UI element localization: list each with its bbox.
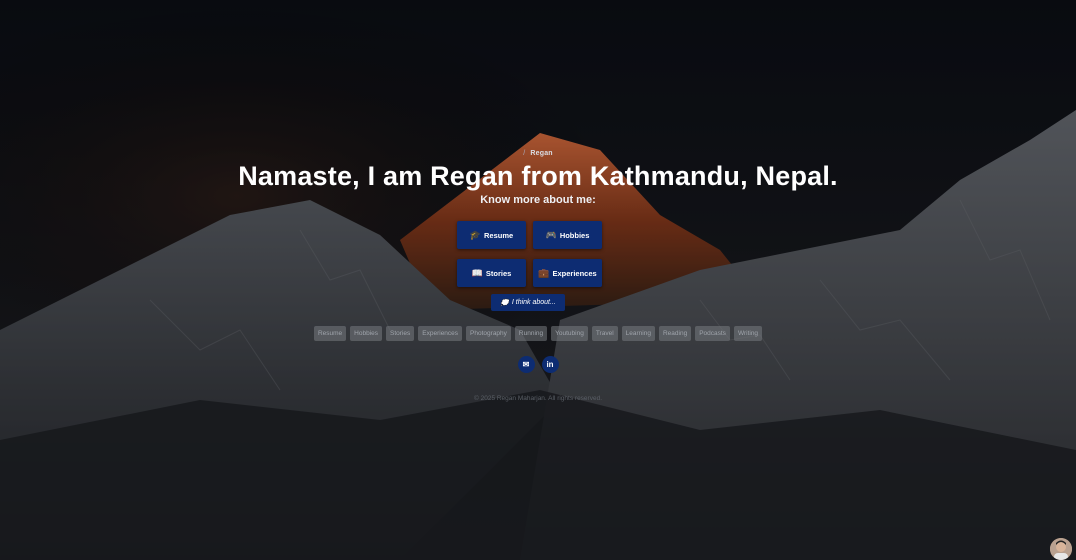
page-title: Namaste, I am Regan from Kathmandu, Nepa…	[238, 161, 838, 191]
breadcrumb-current[interactable]: Regan	[530, 150, 552, 157]
tag-podcasts[interactable]: Podcasts	[695, 326, 730, 341]
i-think-about-label: I think about...	[511, 299, 556, 306]
speech-bubble-icon: 💭	[500, 299, 509, 307]
book-icon: 📖	[471, 267, 483, 278]
copyright-text: © 2025 Regan Maharjan. All rights reserv…	[474, 395, 602, 402]
tag-resume[interactable]: Resume	[313, 326, 347, 341]
tag-reading[interactable]: Reading	[658, 326, 692, 341]
stories-button[interactable]: 📖 Stories	[457, 259, 526, 287]
hobbies-button[interactable]: 🎮 Hobbies	[533, 221, 602, 249]
tag-list: Resume Hobbies Stories Experiences Photo…	[0, 326, 1076, 341]
i-think-about-button[interactable]: 💭 I think about...	[491, 294, 565, 311]
tag-writing[interactable]: Writing	[733, 326, 763, 341]
linkedin-icon[interactable]: in	[541, 356, 559, 373]
tag-youtubing[interactable]: Youtubing	[551, 326, 588, 341]
breadcrumb-separator: /	[523, 150, 526, 157]
breadcrumb: / Regan	[0, 150, 1076, 157]
tag-hobbies[interactable]: Hobbies	[350, 326, 383, 341]
page-subtitle: Know more about me:	[480, 194, 596, 206]
email-icon[interactable]: ✉	[517, 356, 535, 373]
avatar-image	[1050, 538, 1072, 560]
tag-running[interactable]: Running	[514, 326, 548, 341]
tag-photography[interactable]: Photography	[466, 326, 511, 341]
stories-button-label: Stories	[485, 268, 512, 278]
graduation-cap-icon: 🎓	[469, 229, 482, 240]
gamepad-icon: 🎮	[545, 229, 557, 240]
tag-travel[interactable]: Travel	[591, 326, 618, 341]
avatar[interactable]	[1050, 538, 1072, 560]
hero-section: / Regan Namaste, I am Regan from Kathmand…	[0, 0, 1076, 560]
briefcase-icon: 💼	[538, 267, 550, 278]
resume-button[interactable]: 🎓 Resume	[457, 221, 526, 249]
tag-experiences[interactable]: Experiences	[418, 326, 463, 341]
hobbies-button-label: Hobbies	[559, 230, 590, 240]
tag-learning[interactable]: Learning	[621, 326, 655, 341]
experiences-button-label: Experiences	[552, 268, 597, 278]
experiences-button[interactable]: 💼 Experiences	[533, 259, 602, 287]
resume-button-label: Resume	[484, 230, 514, 240]
social-links: ✉ in	[0, 356, 1076, 373]
tag-stories[interactable]: Stories	[386, 326, 415, 341]
